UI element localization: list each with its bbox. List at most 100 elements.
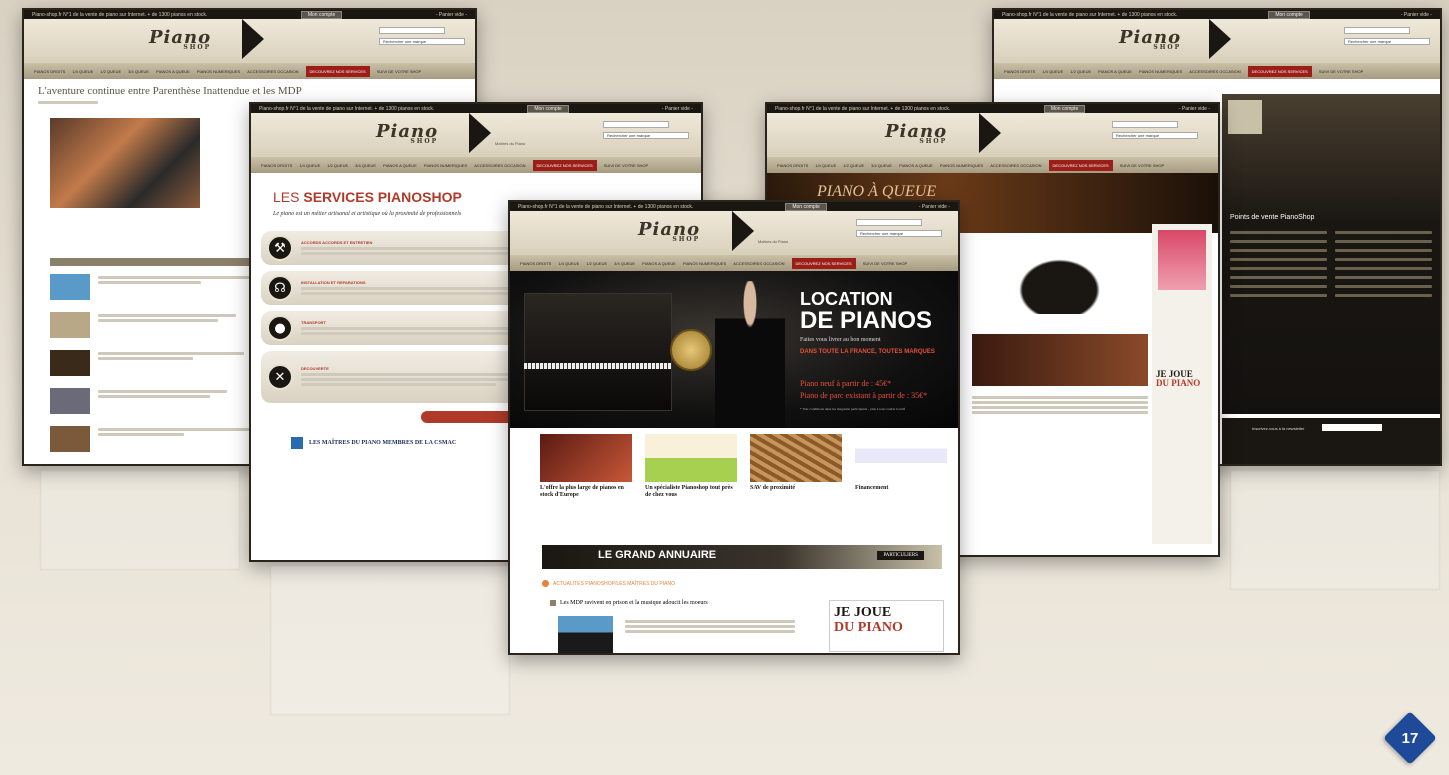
top-bar: Piano-shop.fr N°1 de la vente de piano s…: [24, 10, 475, 19]
header: Piano SHOP Maîtres du Piano Rechercher un…: [251, 113, 701, 157]
ad-image: [1158, 230, 1206, 290]
logo-triangle-icon: [732, 211, 754, 251]
news-heading: ACTUALITES PIANOSHOP/LES MAÎTRES DU PIAN…: [542, 580, 675, 587]
cart-status[interactable]: - Panier vide -: [662, 106, 693, 112]
thumbnail: [50, 426, 90, 452]
brand-select[interactable]: Rechercher une marque: [1344, 38, 1430, 45]
main-nav: PIANOS DROITS 1/4 QUEUE 1/2 QUEUE 3/4 QUEUE…: [767, 157, 1218, 173]
banner-subtitle: Faites vous livrer au bon moment: [800, 337, 881, 343]
product-grid: [972, 394, 1148, 416]
stores-panel: Points de vente PianoShop: [1222, 94, 1440, 414]
footer: Inscrivez-vous à la newsletter: [1222, 418, 1440, 464]
promo-panel: [972, 334, 1148, 386]
search-input[interactable]: [603, 121, 669, 128]
account-dropdown[interactable]: Mon compte: [1043, 104, 1086, 113]
stores-heading: Points de vente PianoShop: [1230, 214, 1315, 221]
account-dropdown[interactable]: Mon compte: [785, 202, 827, 211]
rental-banner: LOCATION DE PIANOS Faites vous livrer au…: [510, 271, 958, 428]
pianist-figure: [715, 281, 785, 428]
header: Piano SHOP Rechercher une marque: [767, 113, 1218, 157]
reflection: [1230, 470, 1440, 590]
cart-status[interactable]: - Panier vide -: [436, 12, 467, 18]
thumbnail: [50, 388, 90, 414]
main-nav: PIANOS DROITS 1/4 QUEUE 1/2 QUEUE 3/4 QUEUE…: [24, 63, 475, 79]
header: Piano SHOP Rechercher une marque: [24, 19, 475, 63]
upright-piano-image: [524, 293, 672, 411]
thumbnail: [50, 350, 90, 376]
card-image: [750, 434, 842, 482]
account-dropdown[interactable]: Mon compte: [527, 104, 569, 113]
account-dropdown[interactable]: Mon compte: [300, 10, 343, 19]
newsletter-input[interactable]: [1322, 424, 1382, 431]
pianoshop-logo[interactable]: Piano SHOP: [376, 121, 438, 145]
news-photo: [558, 616, 613, 653]
top-bar: Piano-shop.fr N°1 de la vente de piano s…: [510, 202, 958, 211]
france-map-icon: [1228, 100, 1262, 134]
search-input[interactable]: [1344, 27, 1410, 34]
feature-card[interactable]: SAV de proximité: [750, 434, 842, 492]
annuaire-banner[interactable]: LE GRAND ANNUAIRE PARTICULIERS: [542, 545, 942, 569]
logo-triangle-icon: [469, 113, 491, 153]
search-input[interactable]: [856, 219, 922, 226]
payment-logos: [855, 434, 947, 482]
account-dropdown[interactable]: Mon compte: [1268, 10, 1310, 19]
price-used: Piano de parc existant à partir de : 35€…: [800, 391, 928, 400]
cart-status[interactable]: - Panier vide -: [1401, 12, 1432, 18]
reflection: [270, 565, 510, 715]
jejoue-logo[interactable]: JE JOUE DU PIANO: [1156, 370, 1208, 388]
logo-triangle-icon: [1209, 19, 1231, 59]
price-new: Piano neuf à partir de : 45€*: [800, 379, 892, 388]
screenshot-rental-page: Piano-shop.fr N°1 de la vente de piano s…: [508, 200, 960, 655]
jejoue-banner[interactable]: JE JOUE DU PIANO: [829, 600, 944, 652]
thumbnail: [50, 312, 90, 338]
feature-card[interactable]: L'offre la plus large de pianos en stock…: [540, 434, 632, 499]
top-bar: Piano-shop.fr N°1 de la vente de piano s…: [767, 104, 1218, 113]
card-image: [540, 434, 632, 482]
header: Piano SHOP Rechercher une marque: [994, 19, 1440, 63]
page-title: L'aventure continue entre Parenthèse Ina…: [38, 85, 302, 97]
piano-keys: [524, 363, 672, 369]
article-photo: [50, 118, 200, 208]
main-nav: PIANOS DROITS 1/4 QUEUE 1/2 QUEUE 3/4 QUEUE…: [510, 255, 958, 271]
news-item-title[interactable]: Les MDP ravivent en prison et la musique…: [550, 600, 708, 606]
pianoshop-logo[interactable]: Piano SHOP: [885, 121, 947, 145]
brand-select[interactable]: Rechercher une marque: [603, 132, 689, 139]
news-square-icon: [550, 600, 556, 606]
cart-status[interactable]: - Panier vide -: [1179, 106, 1210, 112]
grand-piano-image: [1012, 254, 1107, 314]
newsletter-label: Inscrivez-vous à la newsletter: [1252, 426, 1305, 431]
header: Piano SHOP Maîtres du Piano Rechercher un…: [510, 211, 958, 255]
pianoshop-logo[interactable]: Piano SHOP: [638, 219, 700, 243]
brand-select[interactable]: Rechercher une marque: [1112, 132, 1198, 139]
banner-red-text: DANS TOUTE LA FRANCE, TOUTES MARQUES: [800, 349, 935, 355]
thumbnail: [50, 274, 90, 300]
card-image: [645, 434, 737, 482]
pianoshop-logo[interactable]: Piano SHOP: [1119, 27, 1181, 51]
headphones-icon: ☊: [267, 275, 293, 301]
tuning-fork-icon: ⚒: [267, 235, 293, 261]
tools-icon: ✕: [267, 364, 293, 390]
feature-card[interactable]: Un spécialiste Pianoshop tout près de ch…: [645, 434, 737, 499]
reflection: [40, 470, 240, 570]
search-input[interactable]: [1112, 121, 1178, 128]
logo-triangle-icon: [242, 19, 264, 59]
news-bullet-icon: [542, 580, 549, 587]
brand-select[interactable]: Rechercher une marque: [856, 230, 942, 237]
pianoshop-logo[interactable]: Piano SHOP: [149, 27, 211, 51]
drop-icon: ●: [267, 315, 293, 341]
banner-note: * Voir conditions dans les magasins part…: [800, 407, 906, 411]
main-nav: PIANOS DROITS 1/4 QUEUE 1/2 QUEUE PIANOS A …: [994, 63, 1440, 79]
top-bar: Piano-shop.fr N°1 de la vente de piano s…: [251, 104, 701, 113]
sidebar-ads: JE JOUE DU PIANO: [1152, 224, 1212, 544]
page-number: 17: [1401, 729, 1419, 747]
csmac-logo: [291, 437, 303, 449]
main-nav: PIANOS DROITS 1/4 QUEUE 1/2 QUEUE 3/4 QUEUE…: [251, 157, 701, 173]
banner-title: LOCATION DE PIANOS: [800, 289, 933, 334]
brand-select[interactable]: Rechercher une marque: [379, 38, 465, 45]
search-input[interactable]: [379, 27, 445, 34]
feature-card[interactable]: Financement: [855, 434, 947, 492]
news-list: [50, 274, 270, 452]
top-bar: Piano-shop.fr N°1 de la vente de piano s…: [994, 10, 1440, 19]
cart-status[interactable]: - Panier vide -: [919, 204, 950, 210]
logo-triangle-icon: [979, 113, 1001, 153]
